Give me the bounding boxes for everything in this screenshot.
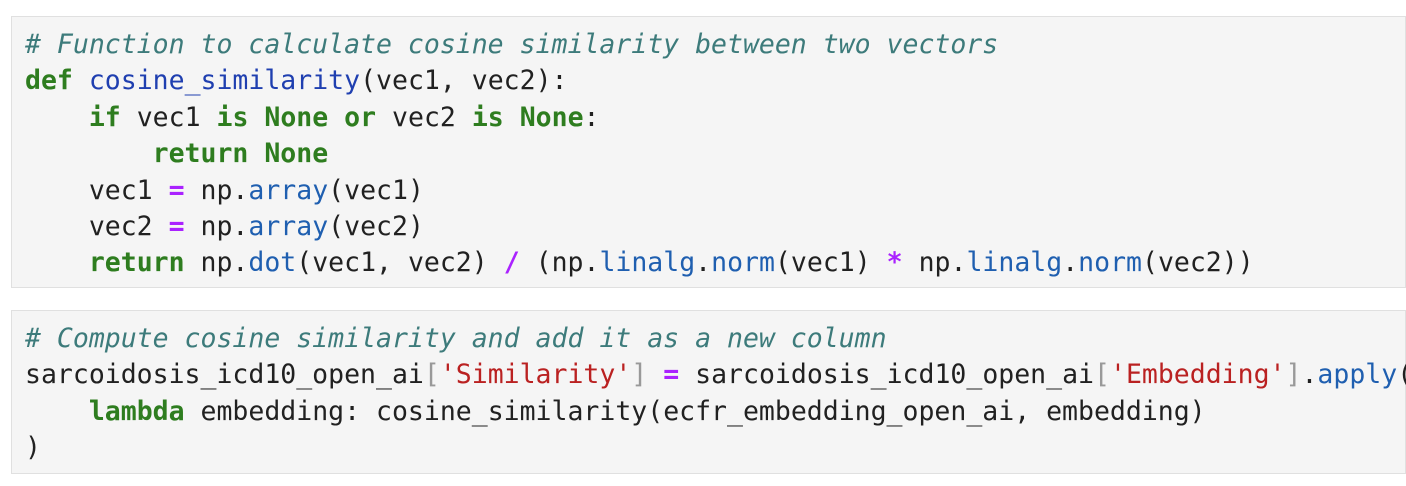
code-comment: # Function to calculate cosine similarit…	[25, 29, 999, 60]
function-name-token: cosine_similarity	[88, 65, 361, 97]
attribute-token: array	[248, 174, 329, 206]
code-line: def cosine_similarity(vec1, vec2):	[25, 63, 1254, 99]
code-text: .	[1062, 247, 1079, 279]
attribute-token: norm	[711, 247, 775, 279]
attribute-token: dot	[248, 247, 297, 279]
code-text: .	[1301, 359, 1318, 391]
code-text: (vec1, vec2):	[360, 65, 568, 97]
code-line: return np.dot(vec1, vec2) / (np.linalg.n…	[25, 245, 1254, 281]
code-text: .	[695, 247, 712, 279]
keyword-token: None	[264, 138, 329, 170]
bracket-token: [	[1094, 359, 1110, 391]
code-text: vec2	[25, 210, 169, 242]
code-text: (vec2))	[1141, 247, 1254, 279]
attribute-token: linalg	[599, 247, 696, 279]
code-line: if vec1 is None or vec2 is None:	[25, 100, 1254, 136]
operator-token: =	[168, 174, 185, 206]
code-cell-cosine-function[interactable]: # Function to calculate cosine similarit…	[11, 16, 1406, 288]
attribute-token: norm	[1078, 247, 1142, 279]
bracket-token: [	[423, 359, 440, 391]
code-line: return None	[25, 136, 1254, 172]
keyword-token: if	[88, 101, 121, 133]
code-text: np.	[902, 247, 967, 279]
code-line: vec1 = np.array(vec1)	[25, 173, 1254, 209]
attribute-token: apply	[1317, 359, 1398, 391]
keyword-token: None	[519, 101, 584, 133]
code-text: sarcoidosis_icd10_open_ai	[679, 359, 1095, 391]
code-line: vec2 = np.array(vec2)	[25, 209, 1254, 245]
code-text: np.	[184, 174, 249, 206]
keyword-token: is	[216, 101, 249, 133]
code-text: sarcoidosis_icd10_open_ai	[25, 359, 424, 391]
code-line: sarcoidosis_icd10_open_ai['Similarity'] …	[25, 357, 1406, 393]
code-text: np.	[184, 247, 249, 279]
code-line: )	[25, 430, 1406, 466]
code-editor[interactable]: # Function to calculate cosine similarit…	[25, 27, 1254, 282]
operator-token: =	[663, 359, 680, 391]
code-cell-compute-similarity[interactable]: # Compute cosine similarity and add it a…	[11, 310, 1406, 474]
operator-token: /	[503, 247, 520, 279]
code-text: (	[1397, 359, 1406, 390]
code-text: vec1	[120, 101, 217, 133]
code-text: (np.	[519, 247, 600, 279]
string-literal-token: 'Embedding'	[1109, 359, 1286, 391]
string-literal-token: 'Similarity'	[439, 359, 632, 391]
code-editor[interactable]: # Compute cosine similarity and add it a…	[25, 321, 1406, 467]
code-text: )	[25, 432, 41, 464]
keyword-token: lambda	[88, 395, 185, 427]
code-text: (vec1, vec2)	[296, 247, 504, 279]
keyword-token: return	[88, 247, 185, 279]
keyword-token: None	[264, 101, 329, 133]
code-comment: # Compute cosine similarity and add it a…	[25, 323, 887, 354]
bracket-token: ]	[1285, 359, 1302, 391]
keyword-token: or	[344, 101, 377, 133]
keyword-token: def	[25, 65, 73, 97]
code-line: lambda embedding: cosine_similarity(ecfr…	[25, 394, 1406, 430]
code-text: :	[583, 101, 600, 133]
keyword-token: return	[152, 138, 249, 170]
keyword-token: is	[471, 101, 504, 133]
code-text: np.	[184, 210, 249, 242]
code-line: # Compute cosine similarity and add it a…	[25, 321, 1406, 357]
attribute-token: array	[248, 210, 329, 242]
code-text: (vec1)	[328, 174, 424, 206]
attribute-token: linalg	[966, 247, 1063, 279]
bracket-token: ]	[631, 359, 648, 391]
code-text: (vec1)	[774, 247, 887, 279]
code-text: embedding: cosine_similarity(ecfr_embedd…	[184, 395, 1206, 427]
operator-token: =	[168, 210, 185, 242]
code-text: vec1	[25, 174, 169, 206]
code-text: vec2	[376, 101, 472, 133]
code-line: # Function to calculate cosine similarit…	[25, 27, 1254, 63]
operator-token: *	[886, 247, 903, 279]
code-text: (vec2)	[328, 210, 424, 242]
